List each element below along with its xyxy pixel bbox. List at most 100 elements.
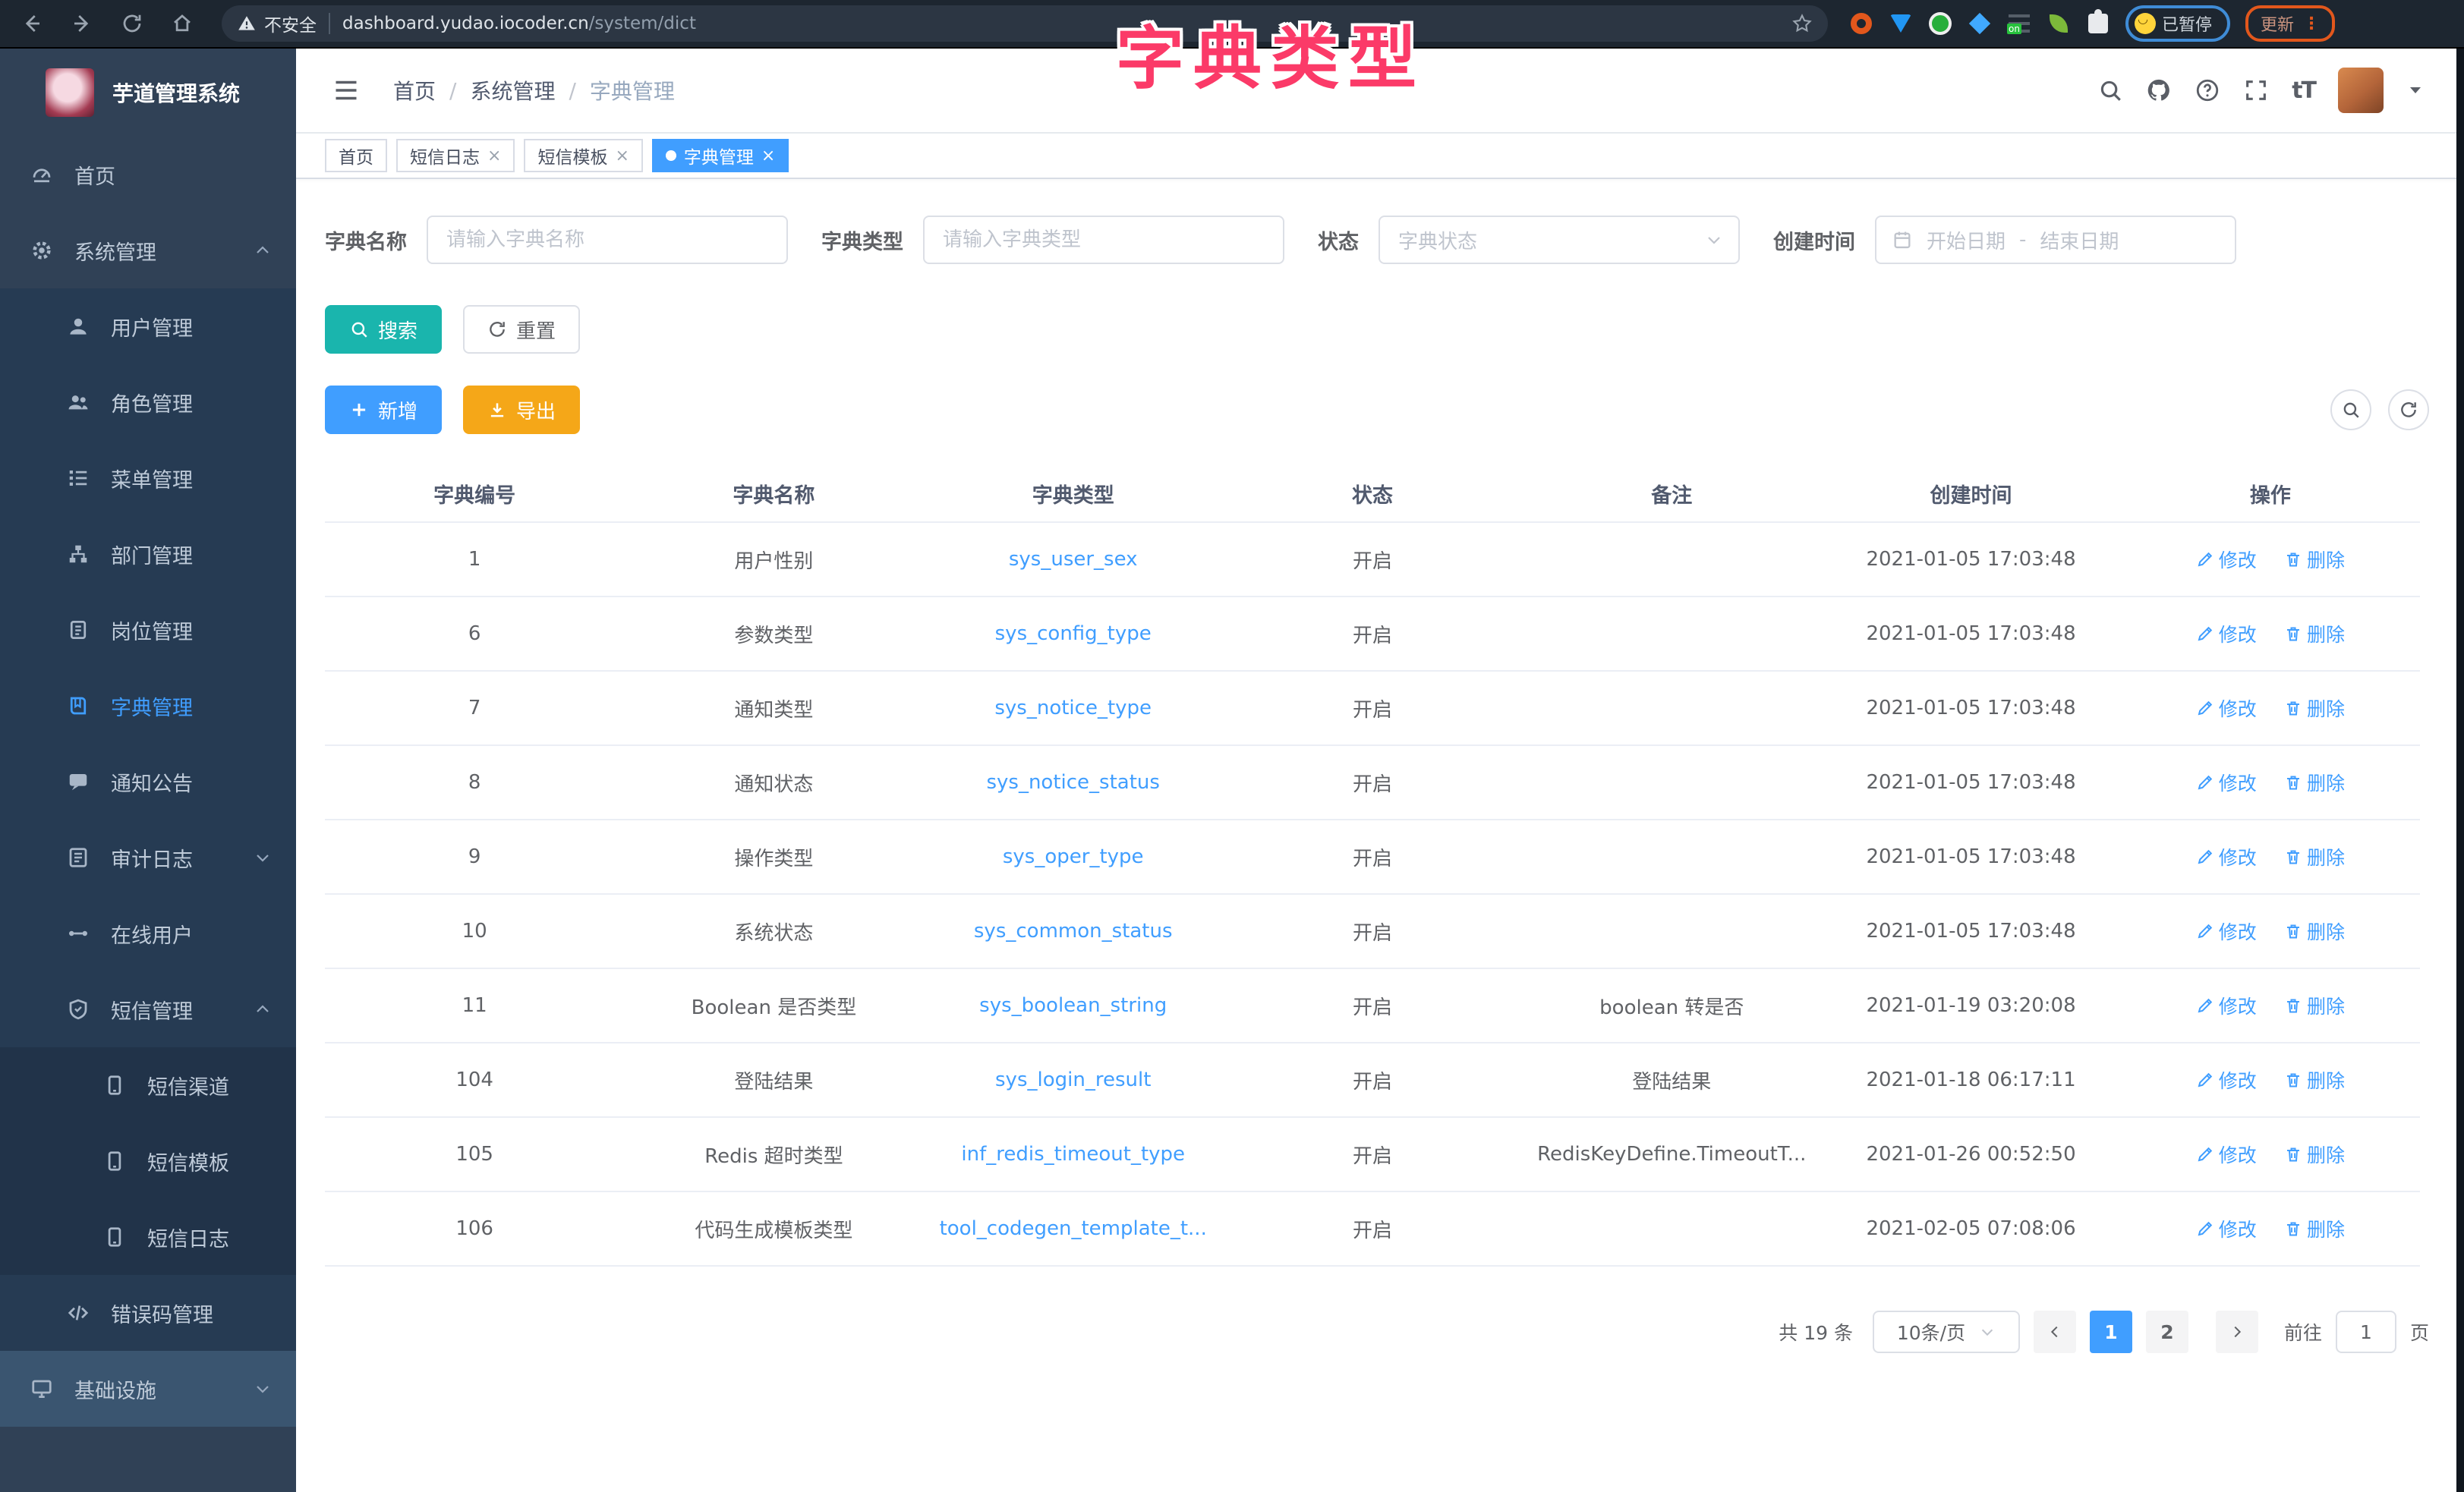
breadcrumb-item[interactable]: 首页 (393, 75, 436, 105)
sidebar-item-shield-短信管理[interactable]: 短信管理 (0, 971, 296, 1047)
extension-icon-drop[interactable] (1889, 11, 1913, 36)
close-tab-icon[interactable]: × (487, 146, 501, 165)
goto-page-input[interactable] (2336, 1311, 2396, 1353)
extension-icon-tampermonkey[interactable]: on (2007, 11, 2031, 36)
sidebar-item-users-角色管理[interactable]: 角色管理 (0, 364, 296, 440)
profile-paused-chip[interactable]: 已暂停 (2125, 5, 2230, 42)
delete-link[interactable]: 删除 (2284, 546, 2345, 573)
sidebar-item-book-字典管理[interactable]: 字典管理 (0, 668, 296, 744)
sidebar-logo-row[interactable]: 芋道管理系统 (0, 49, 296, 137)
extension-icon-diamond[interactable] (1968, 11, 1992, 36)
edit-link[interactable]: 修改 (2196, 546, 2257, 573)
refresh-table-button[interactable] (2388, 389, 2429, 430)
dict-type-link[interactable]: sys_notice_status (986, 771, 1159, 794)
edit-link[interactable]: 修改 (2196, 620, 2257, 647)
edit-link[interactable]: 修改 (2196, 1141, 2257, 1168)
page-size-select[interactable]: 10条/页 (1873, 1311, 2020, 1353)
extension-icon-green[interactable] (1928, 11, 1952, 36)
dict-type-link[interactable]: inf_redis_timeout_type (961, 1143, 1185, 1166)
browser-scrollbar[interactable] (2456, 49, 2464, 1492)
browser-forward-button[interactable] (64, 5, 100, 42)
delete-link[interactable]: 删除 (2284, 992, 2345, 1019)
delete-link[interactable]: 删除 (2284, 843, 2345, 870)
sidebar-item-monitor-基础设施[interactable]: 基础设施 (0, 1351, 296, 1427)
sidebar-item-menu-菜单管理[interactable]: 菜单管理 (0, 440, 296, 516)
delete-link[interactable]: 删除 (2284, 769, 2345, 796)
dict-type-link[interactable]: sys_config_type (995, 622, 1152, 645)
dict-name-cell: 通知状态 (624, 745, 923, 820)
dict-type-link[interactable]: sys_common_status (974, 920, 1173, 943)
add-button[interactable]: 新增 (325, 386, 442, 434)
sidebar-item-link-在线用户[interactable]: 在线用户 (0, 896, 296, 971)
delete-link[interactable]: 删除 (2284, 1141, 2345, 1168)
address-bar[interactable]: 不安全 dashboard.yudao.iocoder.cn/system/di… (222, 5, 1828, 42)
sidebar-item-badge-岗位管理[interactable]: 岗位管理 (0, 592, 296, 668)
tab-短信模板[interactable]: 短信模板× (524, 139, 642, 172)
breadcrumb-item[interactable]: 系统管理 (470, 75, 555, 105)
edit-link[interactable]: 修改 (2196, 992, 2257, 1019)
user-avatar[interactable] (2338, 68, 2384, 113)
sidebar-item-user-用户管理[interactable]: 用户管理 (0, 288, 296, 364)
edit-link[interactable]: 修改 (2196, 1066, 2257, 1094)
prev-page-button[interactable] (2034, 1311, 2076, 1353)
browser-home-button[interactable] (164, 5, 200, 42)
search-icon[interactable] (2097, 77, 2123, 103)
bookmark-star-icon[interactable] (1791, 13, 1813, 34)
edit-link[interactable]: 修改 (2196, 843, 2257, 870)
edit-link[interactable]: 修改 (2196, 1215, 2257, 1242)
extensions-puzzle-icon[interactable] (2086, 11, 2110, 36)
export-button[interactable]: 导出 (463, 386, 580, 434)
delete-link[interactable]: 删除 (2284, 1215, 2345, 1242)
tab-字典管理[interactable]: 字典管理× (652, 139, 789, 172)
tab-短信日志[interactable]: 短信日志× (396, 139, 515, 172)
sidebar-item-tree-部门管理[interactable]: 部门管理 (0, 516, 296, 592)
dict-type-link[interactable]: sys_notice_type (994, 697, 1152, 719)
dict-type-link[interactable]: sys_login_result (995, 1069, 1151, 1091)
page-button-1[interactable]: 1 (2090, 1311, 2132, 1353)
extension-icon-orange[interactable] (1849, 11, 1873, 36)
sidebar-item-phone-短信渠道[interactable]: 短信渠道 (0, 1047, 296, 1123)
close-tab-icon[interactable]: × (615, 146, 629, 165)
search-button[interactable]: 搜索 (325, 305, 442, 354)
date-range-picker[interactable]: 开始日期 - 结束日期 (1875, 216, 2236, 264)
dict-type-link[interactable]: sys_boolean_string (979, 994, 1167, 1017)
browser-menu-icon[interactable]: ⋮ (2303, 14, 2320, 33)
page-button-2[interactable]: 2 (2146, 1311, 2188, 1353)
dict-name-input[interactable] (427, 216, 788, 264)
fullscreen-icon[interactable] (2243, 77, 2269, 103)
sidebar-item-gauge-首页[interactable]: 首页 (0, 137, 296, 212)
next-page-button[interactable] (2216, 1311, 2258, 1353)
github-icon[interactable] (2146, 77, 2172, 103)
delete-link[interactable]: 删除 (2284, 918, 2345, 945)
browser-refresh-button[interactable] (114, 5, 150, 42)
delete-link[interactable]: 删除 (2284, 694, 2345, 722)
close-tab-icon[interactable]: × (761, 146, 775, 165)
edit-link[interactable]: 修改 (2196, 918, 2257, 945)
dict-type-input[interactable] (923, 216, 1284, 264)
dict-type-link[interactable]: tool_codegen_template_t... (940, 1217, 1207, 1240)
browser-back-button[interactable] (14, 5, 50, 42)
delete-link[interactable]: 删除 (2284, 1066, 2345, 1094)
dict-type-link[interactable]: sys_oper_type (1003, 845, 1144, 868)
font-size-icon[interactable]: tT (2292, 77, 2315, 104)
toggle-search-button[interactable] (2330, 389, 2371, 430)
sidebar-item-gear-系统管理[interactable]: 系统管理 (0, 212, 296, 288)
status-select[interactable]: 字典状态 (1379, 216, 1740, 264)
sidebar-fold-icon[interactable] (332, 77, 360, 104)
sidebar-item-chat-通知公告[interactable]: 通知公告 (0, 744, 296, 820)
tab-首页[interactable]: 首页 (325, 139, 387, 172)
dict-type-link[interactable]: sys_user_sex (1009, 548, 1138, 571)
delete-link[interactable]: 删除 (2284, 620, 2345, 647)
browser-update-button[interactable]: 更新 ⋮ (2245, 5, 2335, 42)
extension-icon-leaf[interactable] (2047, 11, 2071, 36)
sidebar-item-doc-审计日志[interactable]: 审计日志 (0, 820, 296, 896)
sidebar-item-code-错误码管理[interactable]: 错误码管理 (0, 1275, 296, 1351)
help-icon[interactable] (2195, 77, 2220, 103)
edit-link[interactable]: 修改 (2196, 694, 2257, 722)
sidebar-item-phone-短信模板[interactable]: 短信模板 (0, 1123, 296, 1199)
edit-link[interactable]: 修改 (2196, 769, 2257, 796)
reset-button[interactable]: 重置 (463, 305, 580, 354)
user-menu-caret-icon[interactable] (2406, 81, 2425, 99)
sidebar-item-phone-短信日志[interactable]: 短信日志 (0, 1199, 296, 1275)
dict-remark-cell (1522, 820, 1821, 894)
